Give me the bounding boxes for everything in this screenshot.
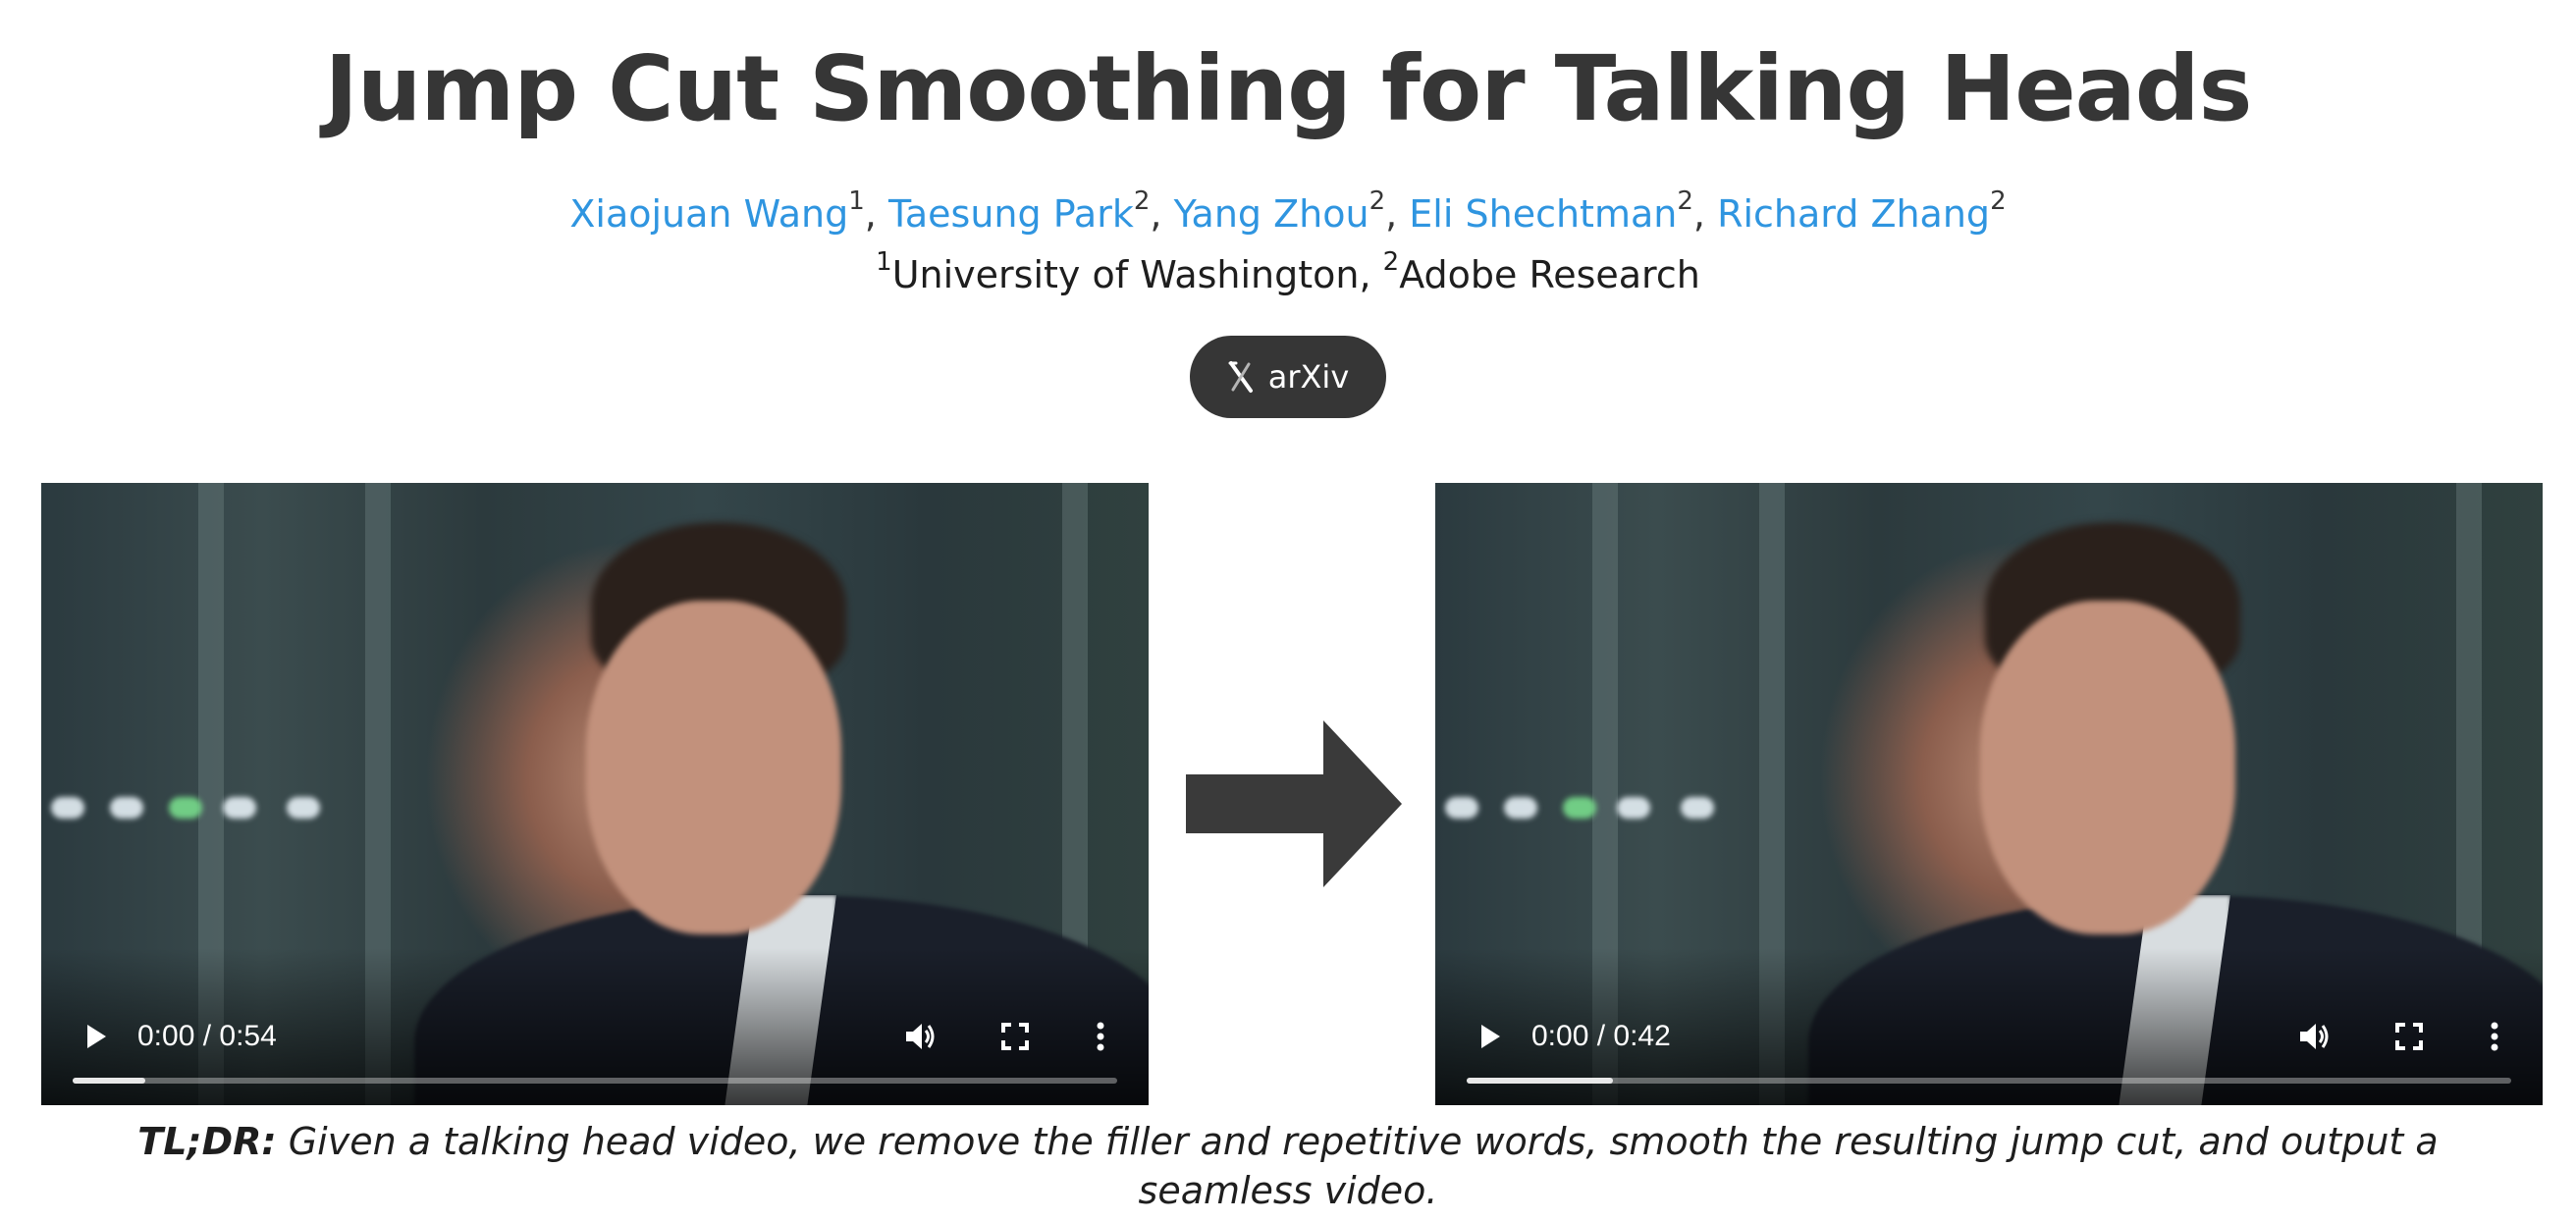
affiliation-number: 2 [1382,247,1400,278]
play-icon[interactable] [77,1017,116,1056]
video-progress-fill [73,1078,146,1084]
affiliation-number: 1 [876,247,892,278]
fullscreen-icon[interactable] [993,1017,1037,1056]
author-separator: , [1692,192,1718,236]
input-video-player[interactable]: 0:00 / 0:54 [41,483,1149,1105]
author-link-richard-zhang[interactable]: Richard Zhang [1717,192,1990,236]
play-icon[interactable] [1471,1017,1510,1056]
volume-icon[interactable] [899,1017,942,1056]
video-progress-fill [1467,1078,1613,1084]
fullscreen-icon[interactable] [2388,1017,2431,1056]
author-affiliation-mark: 2 [1677,186,1693,217]
tldr-label: TL;DR: [137,1120,277,1163]
author-link-yang-zhou[interactable]: Yang Zhou [1174,192,1369,236]
author-link-taesung-park[interactable]: Taesung Park [888,192,1134,236]
author-list: Xiaojuan Wang1, Taesung Park2, Yang Zhou… [0,186,2576,241]
video-progress-bar[interactable] [73,1078,1117,1084]
affiliation-uw: University of Washington [891,253,1360,296]
author-separator: , [1150,192,1174,236]
arxiv-button[interactable]: arXiv [1190,336,1386,418]
arrow-right-icon [1184,720,1404,887]
affiliation-adobe: Adobe Research [1399,253,1700,296]
author-affiliation-mark: 2 [1990,186,2007,217]
author-affiliation-mark: 2 [1133,186,1151,217]
output-video-player[interactable]: 0:00 / 0:42 [1435,483,2543,1105]
page-title: Jump Cut Smoothing for Talking Heads [324,36,2253,141]
tldr-text: Given a talking head video, we remove th… [276,1120,2439,1212]
arxiv-icon [1227,360,1255,394]
tldr-caption: TL;DR: Given a talking head video, we re… [59,1117,2517,1215]
video-time: 0:00 / 0:42 [1531,1020,1671,1052]
affiliation-separator: , [1359,253,1383,296]
author-affiliation-mark: 2 [1368,186,1386,217]
video-controls: 0:00 / 0:54 [41,987,1149,1105]
author-separator: , [864,192,888,236]
arxiv-label: arXiv [1267,358,1350,396]
video-controls: 0:00 / 0:42 [1435,987,2543,1105]
video-time: 0:00 / 0:54 [137,1020,277,1052]
more-vert-icon[interactable] [2480,1017,2509,1056]
author-separator: , [1385,192,1410,236]
volume-icon[interactable] [2293,1017,2336,1056]
more-vert-icon[interactable] [1086,1017,1115,1056]
author-link-eli-shechtman[interactable]: Eli Shechtman [1409,192,1677,236]
video-progress-bar[interactable] [1467,1078,2511,1084]
author-affiliation-mark: 1 [848,186,865,217]
affiliation-list: 1University of Washington, 2Adobe Resear… [0,247,2576,302]
author-link-xiaojuan-wang[interactable]: Xiaojuan Wang [569,192,848,236]
